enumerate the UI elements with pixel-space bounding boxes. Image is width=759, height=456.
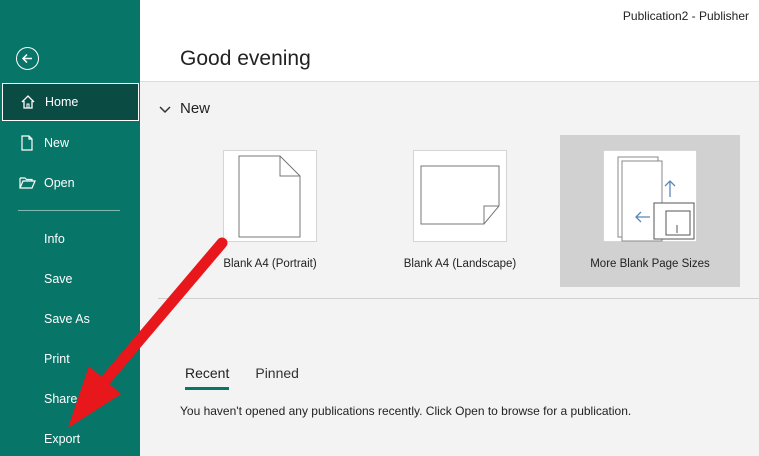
template-thumbnail bbox=[413, 150, 507, 242]
home-icon bbox=[19, 93, 37, 111]
template-label: More Blank Page Sizes bbox=[590, 258, 710, 270]
sidebar-item-export[interactable]: Export bbox=[0, 419, 140, 456]
page-title: Good evening bbox=[180, 47, 311, 70]
new-document-icon bbox=[18, 134, 36, 152]
sidebar-item-label: Export bbox=[44, 432, 81, 446]
sidebar-item-label: Save As bbox=[44, 312, 90, 326]
template-thumbnail bbox=[603, 150, 697, 242]
file-list-tabs: Recent Pinned bbox=[185, 365, 325, 390]
folder-open-icon bbox=[18, 174, 36, 192]
sidebar-item-save-as[interactable]: Save As bbox=[0, 299, 140, 339]
template-label: Blank A4 (Landscape) bbox=[403, 258, 517, 270]
section-divider bbox=[158, 298, 759, 299]
sidebar-item-label: Share bbox=[44, 392, 78, 406]
sidebar-item-home[interactable]: Home bbox=[2, 83, 139, 121]
window-title: Publication2 - Publisher bbox=[622, 9, 749, 23]
sidebar-item-info[interactable]: Info bbox=[0, 219, 140, 259]
sidebar-item-save[interactable]: Save bbox=[0, 259, 140, 299]
back-arrow-icon bbox=[21, 53, 32, 64]
page-sizes-icon bbox=[617, 156, 695, 242]
sidebar-divider bbox=[18, 210, 120, 211]
new-section-title: New bbox=[180, 100, 211, 117]
sidebar-item-label: Info bbox=[44, 232, 65, 246]
sidebar-item-label: Save bbox=[44, 272, 73, 286]
sidebar-item-print[interactable]: Print bbox=[0, 339, 140, 379]
sidebar-item-open[interactable]: Open bbox=[0, 163, 140, 203]
empty-recent-message: You haven't opened any publications rece… bbox=[180, 404, 632, 418]
template-label: Blank A4 (Portrait) bbox=[223, 258, 317, 270]
sidebar: Home New Open Info Save Save As Print Sh… bbox=[0, 0, 140, 456]
landscape-page-icon bbox=[420, 165, 500, 225]
portrait-page-icon bbox=[238, 155, 301, 238]
chevron-down-icon bbox=[159, 105, 171, 113]
tab-pinned[interactable]: Pinned bbox=[255, 365, 299, 390]
sidebar-item-new[interactable]: New bbox=[0, 123, 140, 163]
template-thumbnail bbox=[223, 150, 317, 242]
sidebar-item-label: Home bbox=[45, 95, 79, 109]
sidebar-item-label: New bbox=[44, 136, 70, 150]
template-blank-a4-portrait[interactable]: Blank A4 (Portrait) bbox=[200, 145, 340, 285]
back-button[interactable] bbox=[16, 47, 39, 70]
publisher-backstage: Home New Open Info Save Save As Print Sh… bbox=[0, 0, 759, 456]
template-more-blank-page-sizes[interactable]: More Blank Page Sizes bbox=[560, 135, 740, 287]
new-section-toggle[interactable]: New bbox=[158, 100, 210, 117]
tab-recent[interactable]: Recent bbox=[185, 365, 230, 390]
sidebar-item-label: Open bbox=[44, 176, 75, 190]
sidebar-item-share[interactable]: Share bbox=[0, 379, 140, 419]
template-blank-a4-landscape[interactable]: Blank A4 (Landscape) bbox=[390, 145, 530, 285]
header: Publication2 - Publisher Good evening bbox=[140, 0, 759, 82]
sidebar-item-label: Print bbox=[44, 352, 70, 366]
